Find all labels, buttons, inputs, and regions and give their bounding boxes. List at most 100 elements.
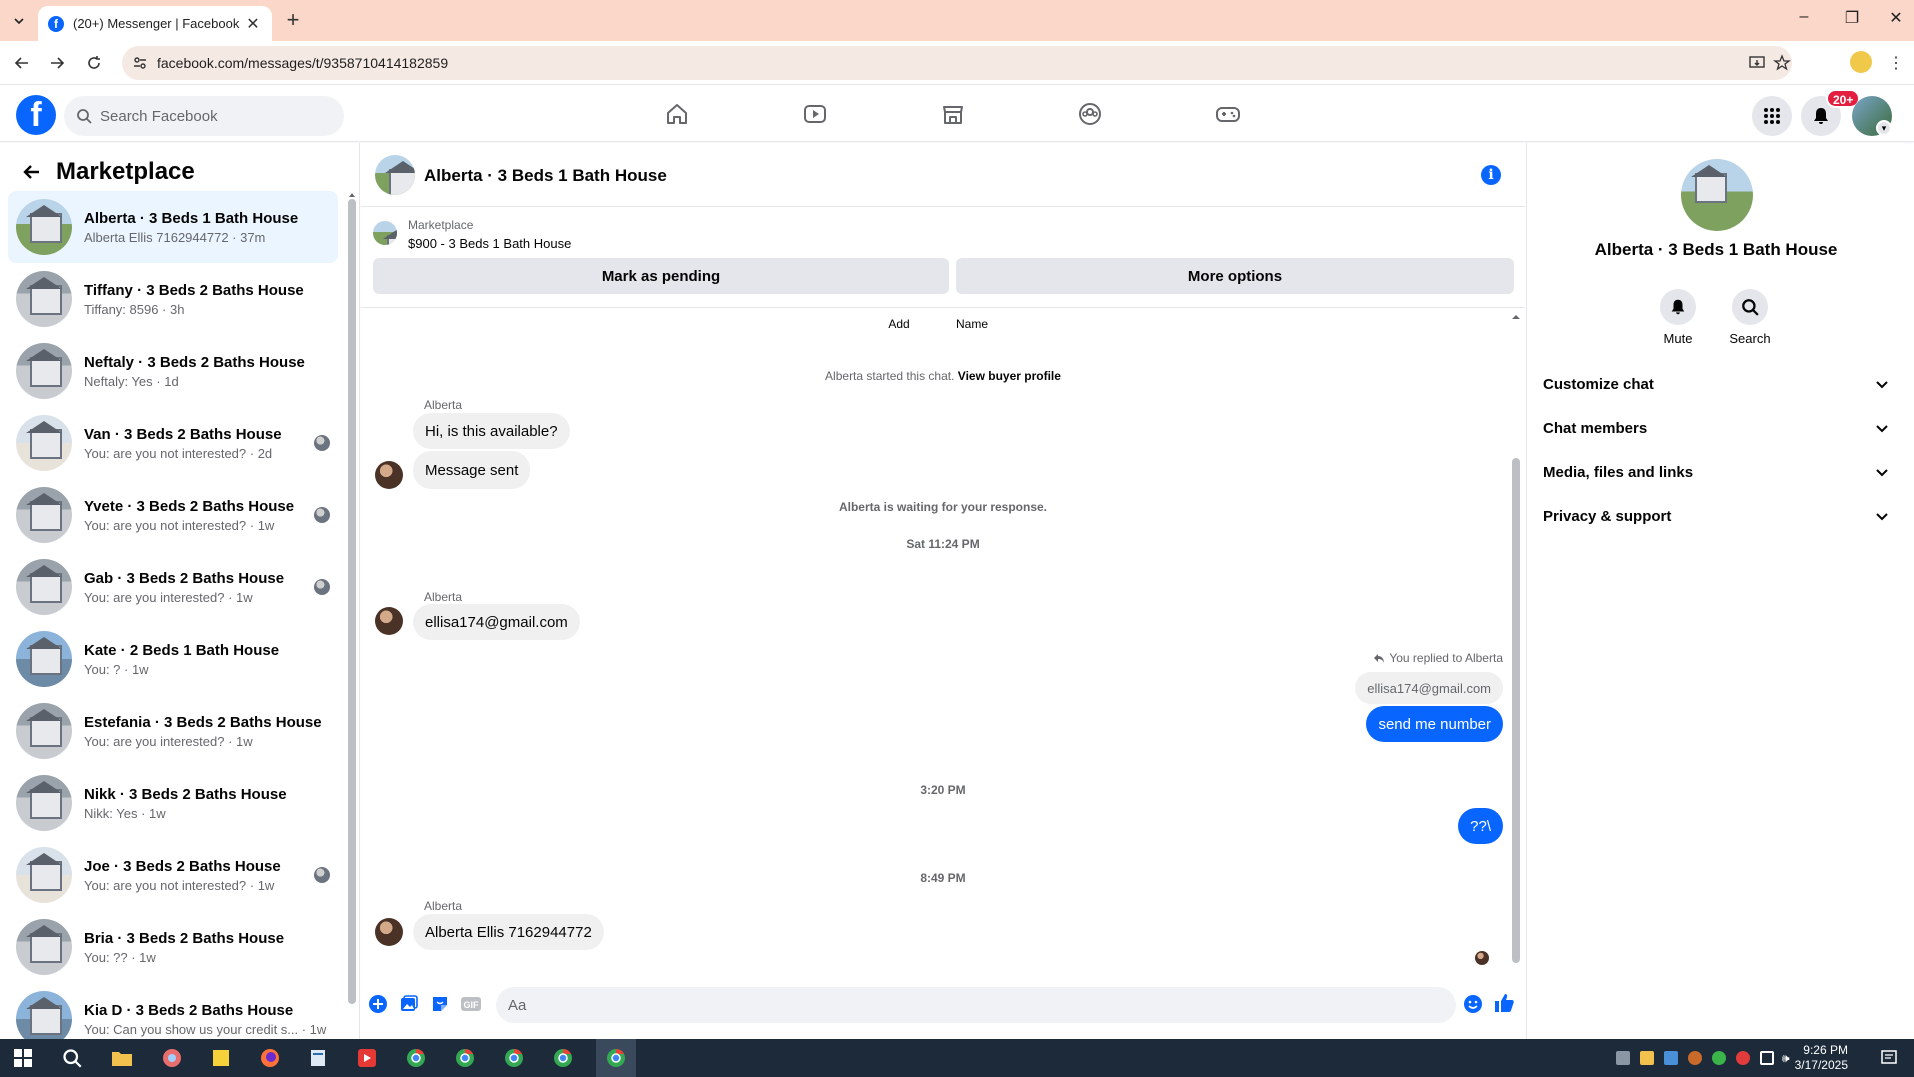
tray-icon[interactable] <box>1688 1051 1702 1065</box>
back-button[interactable] <box>10 51 34 75</box>
menu-button[interactable] <box>1752 96 1792 136</box>
conversation-item[interactable]: Gab · 3 Beds 2 Baths House You: are you i… <box>8 551 338 623</box>
conversation-item[interactable]: Bria · 3 Beds 2 Baths House You: ?? · 1w <box>8 911 338 983</box>
message-input[interactable] <box>508 996 1408 1014</box>
browser-menu-icon[interactable]: ⋮ <box>1888 53 1904 73</box>
listing-thumbnail[interactable] <box>373 221 397 245</box>
conversation-scrollbar[interactable] <box>348 191 356 1004</box>
conversation-item[interactable]: Tiffany · 3 Beds 2 Baths House Tiffany: 8… <box>8 263 338 335</box>
nav-home[interactable] <box>659 96 695 132</box>
name-action-partial[interactable]: Name <box>942 317 1002 331</box>
conversation-item[interactable]: Joe · 3 Beds 2 Baths House You: are you n… <box>8 839 338 911</box>
incoming-message[interactable]: Hi, is this available? <box>413 413 570 449</box>
windows-logo-icon <box>14 1049 32 1067</box>
chrome-profile-icon[interactable] <box>401 1043 431 1073</box>
add-action-partial[interactable]: Add <box>869 317 929 331</box>
incoming-message[interactable]: Message sent <box>413 451 531 489</box>
chat-title[interactable]: Alberta · 3 Beds 1 Bath House <box>424 166 667 186</box>
start-button[interactable] <box>8 1043 38 1073</box>
close-window-button[interactable]: ✕ <box>1876 8 1914 28</box>
sender-avatar[interactable] <box>375 918 403 946</box>
incoming-message[interactable]: ellisa174@gmail.com <box>413 604 580 640</box>
firefox-icon[interactable] <box>255 1043 285 1073</box>
new-tab-button[interactable]: + <box>281 9 305 33</box>
reload-button[interactable] <box>82 51 106 75</box>
sticker-button[interactable] <box>429 993 451 1015</box>
listing-avatar[interactable] <box>1681 159 1753 231</box>
app-icon[interactable] <box>352 1043 382 1073</box>
conversation-item[interactable]: Neftaly · 3 Beds 2 Baths House Neftaly: Y… <box>8 335 338 407</box>
section-media-files-links[interactable]: Media, files and links <box>1543 454 1889 490</box>
mute-action[interactable]: Mute <box>1648 289 1708 346</box>
gif-button[interactable]: GIF <box>460 993 482 1015</box>
install-app-icon[interactable] <box>1748 54 1766 72</box>
notification-center-icon[interactable] <box>1874 1043 1904 1073</box>
attach-photo-button[interactable] <box>398 993 420 1015</box>
sticky-notes-icon[interactable] <box>206 1043 236 1073</box>
scrollbar-thumb[interactable] <box>348 199 356 1004</box>
nav-video[interactable] <box>797 96 833 132</box>
message-input-box[interactable] <box>496 987 1456 1023</box>
more-options-button[interactable]: More options <box>956 258 1514 294</box>
conversation-item[interactable]: Nikk · 3 Beds 2 Baths House Nikk: Yes · 1… <box>8 767 338 839</box>
forward-button[interactable] <box>45 51 69 75</box>
facebook-search[interactable] <box>64 96 344 136</box>
taskbar-clock[interactable]: 9:26 PM 3/17/2025 <box>1758 1043 1848 1073</box>
tab-search-button[interactable] <box>8 10 30 32</box>
listing-price[interactable]: $900 - 3 Beds 1 Bath House <box>408 236 571 251</box>
search-action[interactable]: Search <box>1720 289 1780 346</box>
browser-tab-active[interactable]: f (20+) Messenger | Facebook ✕ <box>38 6 272 41</box>
minimize-button[interactable]: – <box>1784 8 1824 26</box>
conversation-item[interactable]: Van · 3 Beds 2 Baths House You: are you n… <box>8 407 338 479</box>
nav-marketplace[interactable] <box>935 96 971 132</box>
tray-icon[interactable] <box>1640 1051 1654 1065</box>
bookmark-star-icon[interactable] <box>1773 54 1791 72</box>
emoji-button[interactable] <box>1462 993 1484 1015</box>
address-bar[interactable]: facebook.com/messages/t/9358710414182859 <box>122 46 1792 80</box>
incoming-message[interactable]: Alberta Ellis 7162944772 <box>413 914 604 950</box>
search-input[interactable] <box>100 107 320 125</box>
section-customize-chat[interactable]: Customize chat <box>1543 366 1889 402</box>
chrome-profile-icon[interactable] <box>499 1043 529 1073</box>
back-arrow-button[interactable] <box>16 156 48 188</box>
chat-avatar[interactable] <box>375 155 415 195</box>
conversation-item[interactable]: Estefania · 3 Beds 2 Baths House You: are… <box>8 695 338 767</box>
scrollbar-thumb[interactable] <box>1512 458 1520 963</box>
tray-icon[interactable] <box>1616 1051 1630 1065</box>
chrome-profile-icon[interactable] <box>548 1043 578 1073</box>
restore-button[interactable]: ❐ <box>1832 8 1872 28</box>
sender-avatar[interactable] <box>375 607 403 635</box>
app-icon[interactable] <box>157 1043 187 1073</box>
tray-icon[interactable] <box>1736 1051 1750 1065</box>
info-icon[interactable]: i <box>1481 165 1501 185</box>
app-icon[interactable] <box>303 1043 333 1073</box>
facebook-logo[interactable]: f <box>16 95 56 135</box>
outgoing-message[interactable]: send me number <box>1366 706 1503 742</box>
mark-as-pending-button[interactable]: Mark as pending <box>373 258 949 294</box>
section-chat-members[interactable]: Chat members <box>1543 410 1889 446</box>
site-settings-icon[interactable] <box>132 55 148 71</box>
chrome-profile-icon[interactable] <box>450 1043 480 1073</box>
more-actions-button[interactable] <box>367 993 389 1015</box>
quoted-message[interactable]: ellisa174@gmail.com <box>1355 672 1503 704</box>
outgoing-message[interactable]: ??\ <box>1458 808 1503 844</box>
conversation-item[interactable]: Yvete · 3 Beds 2 Baths House You: are you… <box>8 479 338 551</box>
conversation-item[interactable]: Kia D · 3 Beds 2 Baths House You: Can you… <box>8 983 338 1039</box>
nav-gaming[interactable] <box>1210 96 1246 132</box>
sender-avatar[interactable] <box>375 461 403 489</box>
chrome-active-icon[interactable] <box>601 1043 631 1073</box>
conversation-item[interactable]: Kate · 2 Beds 1 Bath House You: ? · 1w <box>8 623 338 695</box>
tab-close-icon[interactable]: ✕ <box>244 14 262 34</box>
tray-icon[interactable] <box>1664 1051 1678 1065</box>
section-privacy-support[interactable]: Privacy & support <box>1543 498 1889 534</box>
like-button[interactable] <box>1491 990 1517 1016</box>
file-explorer-icon[interactable] <box>107 1043 137 1073</box>
view-buyer-profile-link[interactable]: View buyer profile <box>958 369 1061 383</box>
taskbar-search-button[interactable] <box>57 1043 87 1073</box>
nav-groups[interactable] <box>1072 96 1108 132</box>
conversation-item[interactable]: Alberta · 3 Beds 1 Bath House Alberta Ell… <box>8 191 338 263</box>
chat-scrollbar[interactable] <box>1511 313 1521 973</box>
browser-profile-avatar[interactable] <box>1850 51 1872 73</box>
account-chevron-icon[interactable]: ▾ <box>1876 120 1892 136</box>
tray-icon[interactable] <box>1712 1051 1726 1065</box>
